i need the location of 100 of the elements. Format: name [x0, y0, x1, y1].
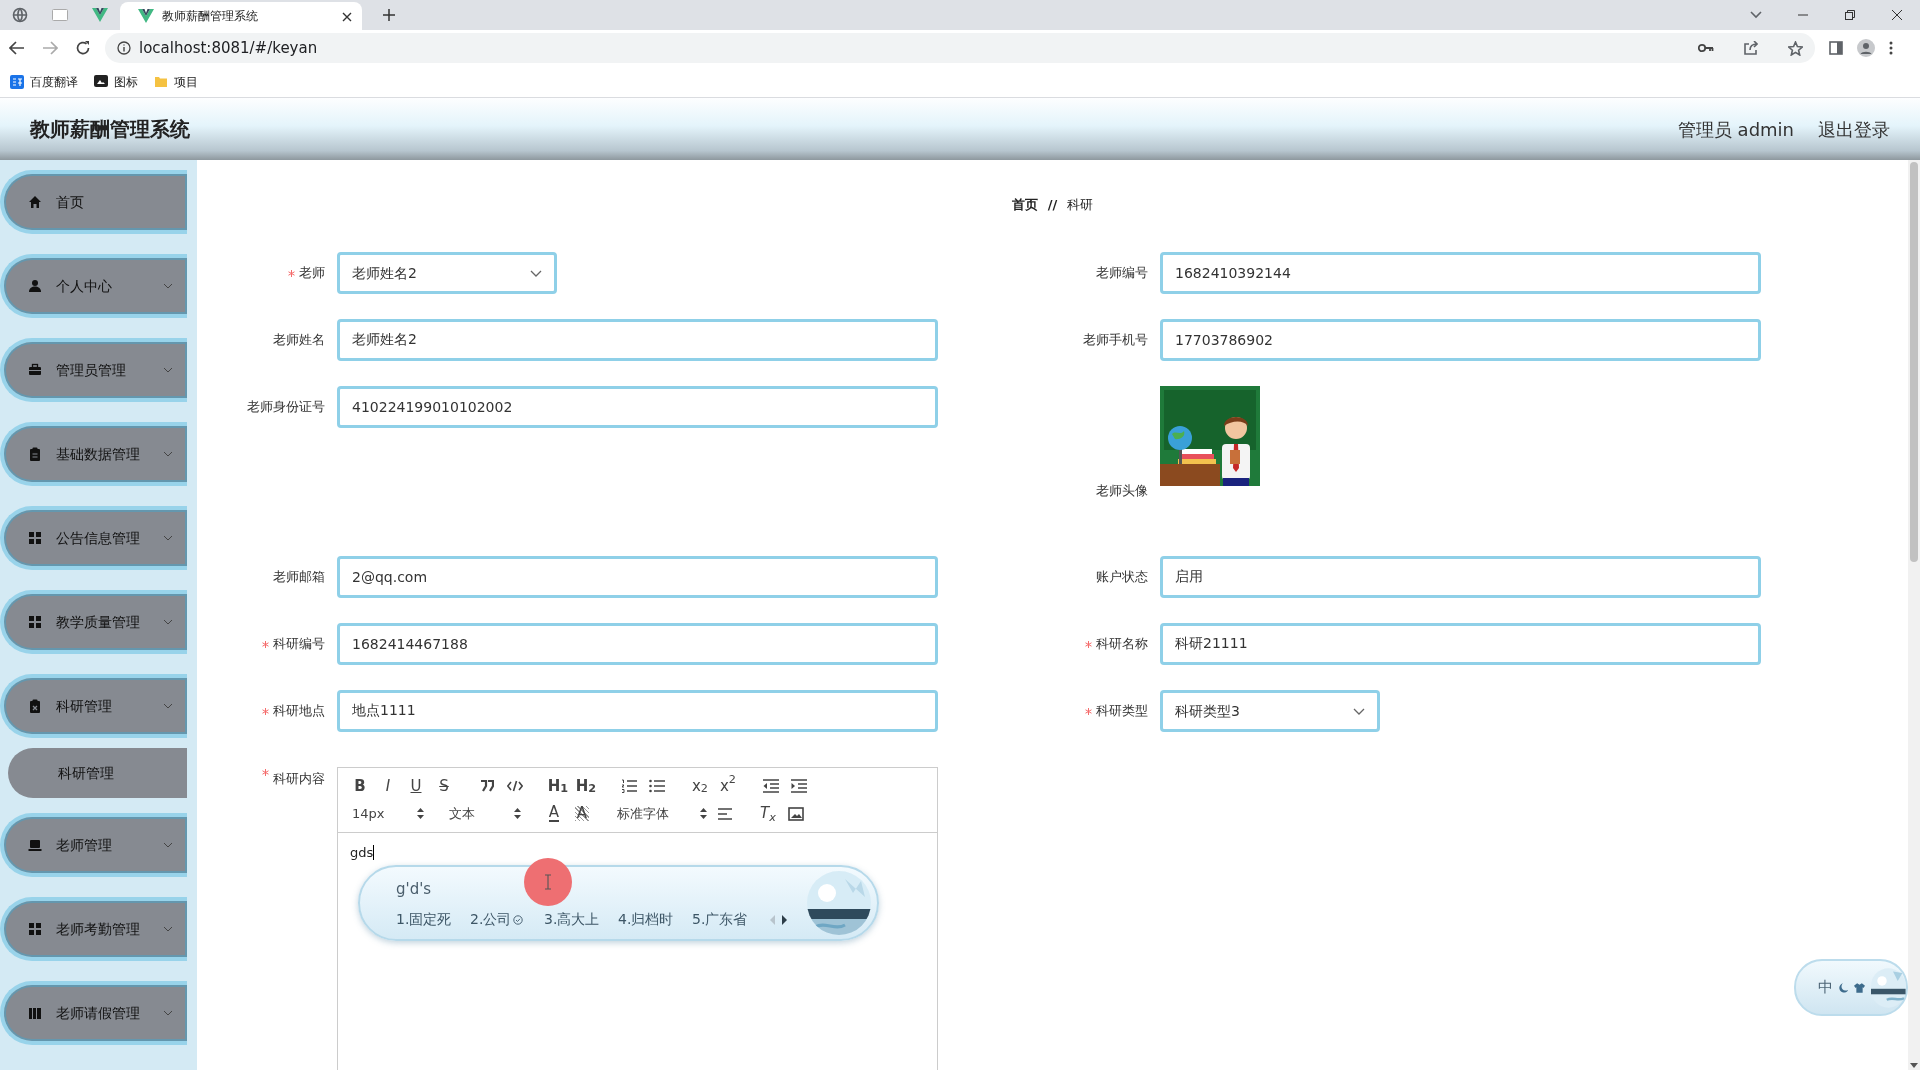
clear-format-button[interactable]: T$_{x}$: [754, 801, 782, 826]
breadcrumb-item[interactable]: 首页: [1011, 195, 1038, 215]
strikethrough-button[interactable]: S: [430, 774, 458, 798]
input-field[interactable]: 启用: [1160, 556, 1761, 598]
image-icon: [94, 74, 108, 89]
select-field[interactable]: 老师姓名2: [337, 252, 557, 294]
candidate-item[interactable]: 1.固定死: [396, 909, 456, 930]
bullet-list-icon[interactable]: [649, 779, 665, 793]
field-label: 老师姓名: [273, 331, 325, 350]
heading-button[interactable]: H$_{2}$: [572, 774, 600, 798]
down-arrow-icon[interactable]: [1910, 1063, 1918, 1068]
field-label: 老师编号: [1096, 264, 1148, 283]
chevron-down-icon: [163, 283, 173, 289]
chevron-down-icon: [163, 367, 173, 373]
chevron-down-icon[interactable]: [1749, 11, 1762, 19]
info-icon[interactable]: [117, 41, 131, 55]
folder-icon: [154, 74, 168, 89]
profile-icon[interactable]: [1857, 39, 1875, 57]
underline-button[interactable]: U: [402, 774, 430, 798]
sidebar-subitem[interactable]: 科研管理: [8, 748, 187, 798]
indent-icon[interactable]: [791, 779, 807, 793]
globe-icon[interactable]: [12, 7, 28, 23]
dropdown[interactable]: 文本: [443, 801, 525, 826]
candidate-item[interactable]: 5.广东省: [692, 909, 752, 930]
chevron-down-icon: [163, 1010, 173, 1016]
close-icon[interactable]: [1891, 10, 1902, 20]
heading-button[interactable]: H$_{1}$: [544, 774, 572, 798]
menu-icon[interactable]: [1889, 41, 1893, 55]
sidebar-item[interactable]: 老师请假管理: [0, 981, 187, 1045]
chevron-down-icon: [163, 926, 173, 932]
reload-icon[interactable]: [74, 40, 91, 56]
sidebar-item[interactable]: 科研管理: [0, 674, 187, 738]
share-icon[interactable]: [1744, 41, 1758, 55]
input-field[interactable]: 科研21111: [1160, 623, 1761, 665]
superscript-button[interactable]: x$^{2}$: [714, 774, 742, 798]
subscript-button[interactable]: x$_{2}$: [686, 774, 714, 798]
browser-tab[interactable]: 教师薪酬管理系统: [120, 2, 362, 30]
sidebar-item[interactable]: 老师考勤管理: [0, 897, 187, 961]
breadcrumb-separator: //: [1047, 196, 1058, 215]
quote-icon[interactable]: [480, 780, 494, 792]
input-field[interactable]: 老师姓名2: [337, 319, 938, 361]
field-label: 科研地点: [273, 702, 325, 721]
page-arrows-icon[interactable]: [769, 914, 788, 925]
field-label: 老师: [299, 264, 325, 283]
scrollbar[interactable]: [1908, 160, 1920, 1070]
breadcrumb-item: 科研: [1067, 196, 1094, 215]
highlight-button[interactable]: A: [568, 801, 596, 826]
sidebar-item[interactable]: 老师管理: [0, 813, 187, 877]
align-left-icon[interactable]: [718, 807, 732, 820]
input-field[interactable]: 1682414467188: [337, 623, 938, 665]
side-panel-icon[interactable]: [1829, 41, 1843, 55]
grid-icon: [28, 615, 42, 629]
scrollbar-thumb[interactable]: [1910, 162, 1918, 562]
bold-button[interactable]: B: [346, 774, 374, 798]
bookmark[interactable]: 项目: [154, 72, 198, 91]
bookmark[interactable]: 百度翻译: [10, 72, 78, 91]
minimize-icon[interactable]: [1797, 14, 1808, 16]
grid-icon: [28, 922, 42, 936]
app-title: 教师薪酬管理系统: [30, 116, 190, 143]
select-field[interactable]: 科研类型3: [1160, 690, 1380, 732]
laptop-icon: [28, 838, 42, 852]
font-color-button[interactable]: A: [540, 801, 568, 826]
sidebar-item[interactable]: 教学质量管理: [0, 590, 187, 654]
input-mode-label[interactable]: 中: [1818, 976, 1833, 999]
candidate-item[interactable]: 4.归档时: [618, 909, 678, 930]
sidebar-item[interactable]: 公告信息管理: [0, 506, 187, 570]
shirt-icon[interactable]: [1854, 981, 1866, 994]
back-arrow-icon[interactable]: [8, 41, 25, 55]
dropdown[interactable]: 标准字体: [611, 801, 711, 826]
candidate-item[interactable]: 3.高大上: [544, 909, 604, 930]
chevron-down-icon: [163, 451, 173, 457]
dropdown[interactable]: 14px: [346, 801, 428, 826]
sidebar-item[interactable]: 个人中心: [0, 254, 187, 318]
code-icon[interactable]: [507, 780, 523, 792]
updown-icon: [700, 808, 707, 819]
sidebar-item[interactable]: 管理员管理: [0, 338, 187, 402]
address-bar[interactable]: localhost:8081/#/keyan: [105, 33, 1815, 63]
key-icon[interactable]: [1698, 43, 1714, 53]
restore-icon[interactable]: [1844, 10, 1855, 20]
plus-icon[interactable]: [383, 9, 395, 21]
logout-link[interactable]: 退出登录: [1818, 115, 1890, 143]
moon-icon[interactable]: [1839, 981, 1849, 994]
field-label: 老师头像: [1096, 482, 1148, 501]
image-icon[interactable]: [788, 806, 804, 821]
v-logo-icon[interactable]: [92, 7, 108, 23]
candidate-item[interactable]: 2.公司: [470, 909, 530, 930]
close-icon[interactable]: [342, 11, 352, 22]
input-field[interactable]: 地点1111: [337, 690, 938, 732]
input-field[interactable]: 2@qq.com: [337, 556, 938, 598]
star-icon[interactable]: [1788, 40, 1803, 56]
input-field[interactable]: 410224199010102002: [337, 386, 938, 428]
sidebar-item[interactable]: 基础数据管理: [0, 422, 187, 486]
caret-icon: [1353, 707, 1365, 715]
italic-button[interactable]: I: [374, 774, 402, 798]
sidebar-item[interactable]: 首页: [0, 170, 187, 234]
bookmark[interactable]: 图标: [94, 72, 138, 91]
outdent-icon[interactable]: [763, 779, 779, 793]
input-field[interactable]: 17703786902: [1160, 319, 1761, 361]
numbered-list-icon[interactable]: [621, 779, 637, 793]
input-field[interactable]: 1682410392144: [1160, 252, 1761, 294]
